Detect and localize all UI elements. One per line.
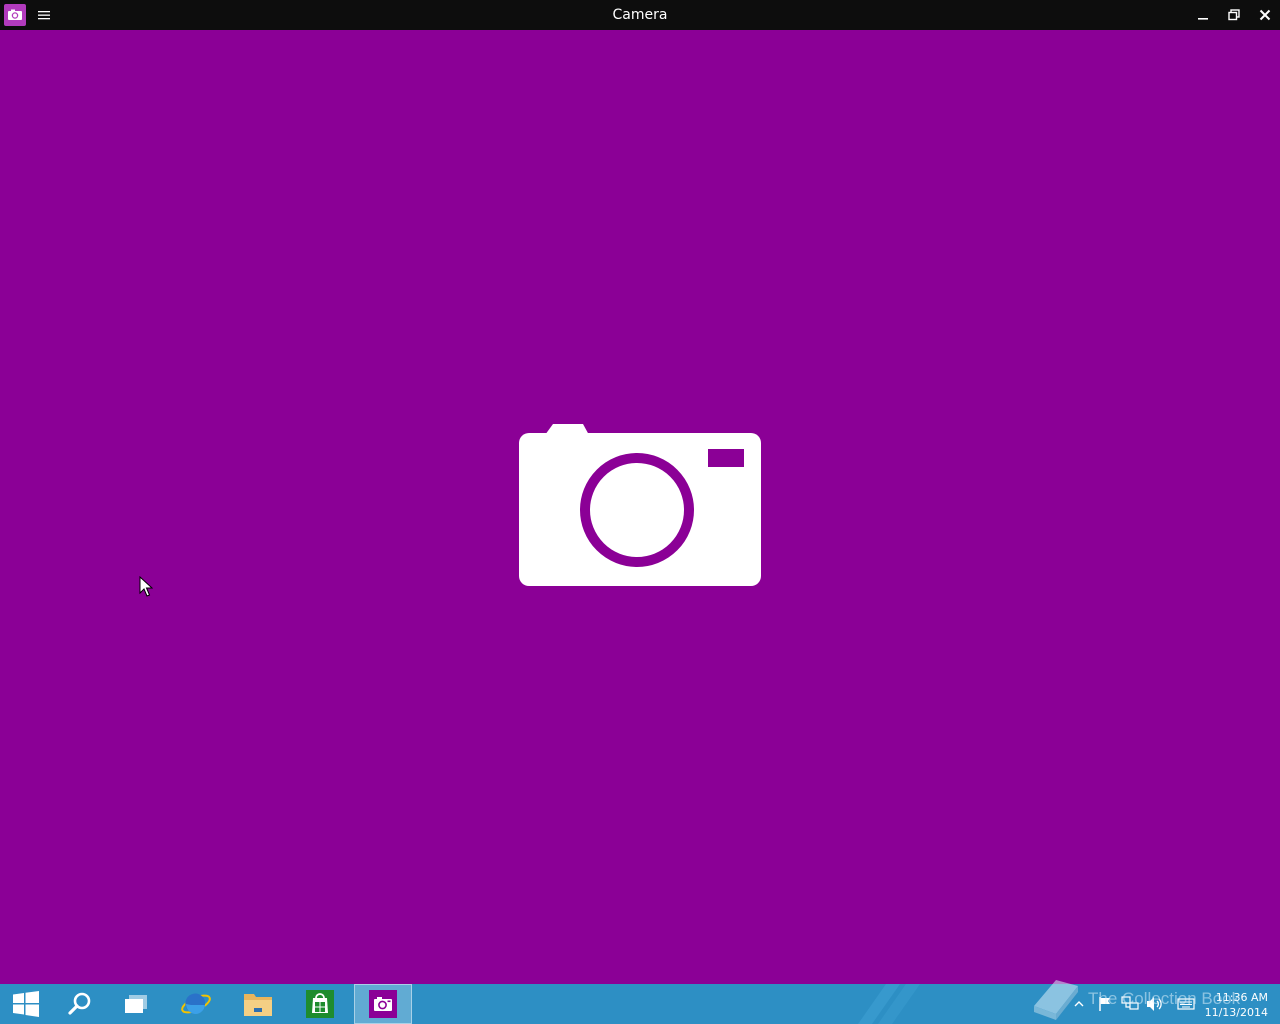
clock-time: 11:36 AM <box>1215 991 1268 1004</box>
title-bar: Camera <box>0 0 1280 30</box>
close-icon <box>1259 9 1271 21</box>
show-hidden-icons-button[interactable] <box>1072 984 1086 1024</box>
taskbar-decoration <box>858 984 920 1024</box>
mouse-cursor-icon <box>139 576 153 597</box>
camera-icon <box>519 424 761 586</box>
clock-date: 11/13/2014 <box>1204 1006 1268 1019</box>
taskbar-camera[interactable] <box>354 984 412 1024</box>
taskbar: 11:36 AM 11/13/2014 <box>0 984 1280 1024</box>
folder-icon <box>244 994 272 1016</box>
window-title: Camera <box>612 7 668 23</box>
action-center-flag-icon <box>1099 997 1110 1011</box>
internet-explorer-icon <box>181 993 211 1014</box>
restore-button[interactable] <box>1219 0 1249 30</box>
minimize-icon <box>1198 18 1208 20</box>
action-center-tray[interactable] <box>1096 984 1114 1024</box>
search-button[interactable] <box>58 984 102 1024</box>
task-view-icon <box>125 995 147 1013</box>
taskbar-internet-explorer[interactable] <box>174 984 218 1024</box>
start-button[interactable] <box>4 984 48 1024</box>
volume-icon <box>1147 997 1162 1011</box>
network-tray[interactable] <box>1120 984 1140 1024</box>
windows-logo-icon <box>13 991 39 1017</box>
taskbar-file-explorer[interactable] <box>236 984 280 1024</box>
show-hidden-icons-arrow <box>1074 1001 1084 1007</box>
camera-icon <box>369 990 397 1018</box>
volume-tray[interactable] <box>1145 984 1165 1024</box>
keyboard-tray[interactable] <box>1176 984 1196 1024</box>
camera-viewport <box>0 30 1280 984</box>
task-view-button[interactable] <box>114 984 158 1024</box>
network-icon <box>1121 996 1139 1010</box>
search-icon <box>68 992 91 1015</box>
store-icon <box>306 990 334 1018</box>
taskbar-store[interactable] <box>298 984 342 1024</box>
taskbar-clock[interactable]: 11:36 AM 11/13/2014 <box>1200 990 1268 1020</box>
minimize-button[interactable] <box>1188 0 1218 30</box>
keyboard-icon <box>1177 998 1195 1010</box>
restore-icon <box>1228 9 1240 21</box>
close-button[interactable] <box>1250 0 1280 30</box>
